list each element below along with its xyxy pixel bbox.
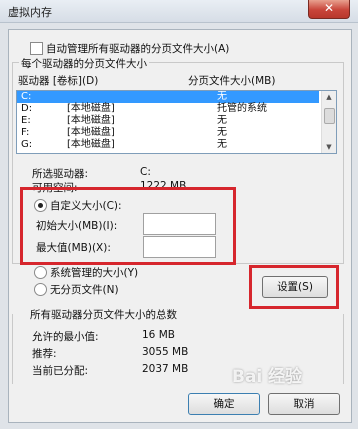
drive-size: 无: [217, 127, 227, 138]
drive-letter: G:: [21, 139, 33, 150]
drive-row[interactable]: D: [本地磁盘] 托管的系统: [17, 103, 319, 115]
group-each-title: 每个驱动器的分页文件大小: [19, 56, 149, 71]
auto-manage-checkbox[interactable]: [30, 42, 43, 55]
column-size: 分页文件大小(MB): [188, 75, 276, 87]
drive-letter: E:: [21, 115, 31, 126]
scroll-up-icon[interactable]: ▲: [322, 91, 336, 103]
selected-drive-value: C:: [140, 166, 151, 178]
system-managed-label: 系统管理的大小(Y): [50, 267, 139, 279]
current-value: 2037 MB: [142, 363, 189, 375]
drive-size: 托管的系统: [217, 103, 267, 114]
column-drive: 驱动器 [卷标](D): [18, 75, 99, 87]
drive-size: 无: [217, 91, 227, 102]
selected-drive-label: 所选驱动器:: [32, 168, 89, 180]
drive-row[interactable]: G: [本地磁盘] 无: [17, 139, 319, 151]
baidu-watermark: Bai 经验: [232, 367, 303, 387]
drive-label: [本地磁盘]: [67, 127, 115, 138]
min-value: 16 MB: [142, 329, 175, 341]
drive-row[interactable]: E: [本地磁盘] 无: [17, 115, 319, 127]
drive-size: 无: [217, 139, 227, 150]
highlight-set-button: [249, 265, 339, 309]
drive-label: [本地磁盘]: [67, 139, 115, 150]
close-button[interactable]: ✕: [308, 0, 350, 19]
drive-list[interactable]: C: 无 D: [本地磁盘] 托管的系统 E: [本地磁盘] 无 F: [本地磁…: [16, 90, 337, 154]
drive-letter: C:: [21, 91, 32, 102]
drive-list-scrollbar[interactable]: ▲ ▼: [321, 91, 336, 153]
drive-letter: D:: [21, 103, 33, 114]
title-bar: 虚拟内存 ✕: [0, 0, 358, 23]
no-paging-label: 无分页文件(N): [50, 284, 119, 296]
current-label: 当前已分配:: [32, 365, 89, 377]
drive-size: 无: [217, 115, 227, 126]
drive-letter: F:: [21, 127, 30, 138]
window-title: 虚拟内存: [8, 6, 52, 19]
recommended-value: 3055 MB: [142, 346, 189, 358]
drive-row[interactable]: C: 无: [17, 91, 319, 103]
no-paging-radio[interactable]: [34, 283, 47, 296]
auto-manage-label: 自动管理所有驱动器的分页文件大小(A): [46, 43, 230, 55]
highlight-custom-size: [20, 187, 236, 265]
min-label: 允许的最小值:: [32, 331, 99, 343]
ok-button[interactable]: 确定: [188, 393, 260, 415]
drive-label: [本地磁盘]: [67, 103, 115, 114]
totals-title: 所有驱动器分页文件大小的总数: [30, 309, 177, 321]
cancel-button[interactable]: 取消: [268, 393, 340, 415]
drive-label: [本地磁盘]: [67, 115, 115, 126]
system-managed-radio[interactable]: [34, 266, 47, 279]
scroll-thumb[interactable]: [324, 108, 335, 124]
recommended-label: 推荐:: [32, 348, 57, 360]
drive-row[interactable]: F: [本地磁盘] 无: [17, 127, 319, 139]
scroll-down-icon[interactable]: ▼: [322, 141, 336, 153]
